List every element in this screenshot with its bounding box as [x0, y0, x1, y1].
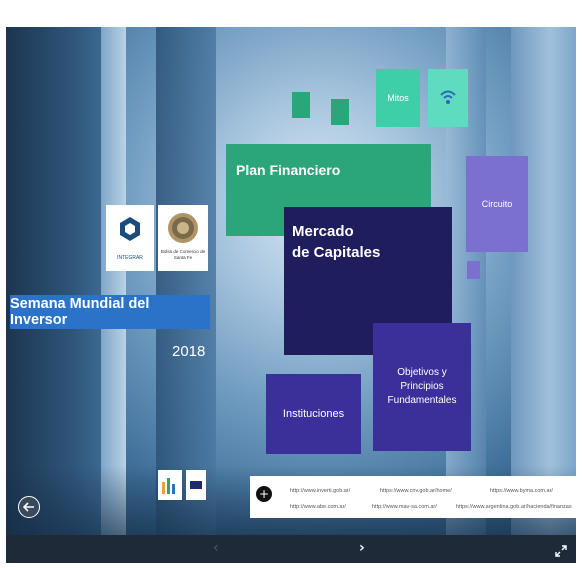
link-item[interactable]: http://www.abe.com.ar/: [290, 504, 346, 510]
event-title: Semana Mundial del Inversor: [10, 296, 150, 328]
integrar-logo: INTEGRAR: [106, 205, 154, 271]
links-panel: http://www.inverti.gob.ar/ https://www.c…: [250, 476, 576, 518]
tile-mitos-label: Mitos: [387, 93, 409, 103]
bar-logo-icon: [162, 478, 175, 494]
tile-objetivos-line2: Principios: [400, 381, 444, 392]
link-item[interactable]: https://www.byma.com.ar/: [490, 488, 553, 494]
tile-circuito[interactable]: Circuito: [466, 156, 528, 252]
presentation-controls: ‹ ›: [6, 535, 576, 563]
partner-logo: [158, 470, 182, 500]
decor-square: [331, 99, 349, 125]
back-button[interactable]: [18, 496, 40, 518]
bolsa-logo: Bolsa de Comercio de Santa Fe: [158, 205, 208, 271]
decor-square: [467, 261, 480, 279]
plus-glyph: +: [258, 487, 270, 501]
background-pillar: [101, 27, 126, 535]
link-item[interactable]: https://www.argentina.gob.ar/hacienda/fi…: [456, 504, 572, 510]
prev-icon[interactable]: ‹: [213, 540, 219, 556]
wifi-icon: [440, 90, 456, 104]
tile-objetivos-line1: Objetivos y: [397, 367, 447, 378]
tile-instituciones-label: Instituciones: [282, 408, 345, 420]
integrar-label: INTEGRAR: [117, 255, 143, 261]
background-pillar: [156, 27, 216, 535]
event-title-banner: Semana Mundial del Inversor: [10, 295, 210, 329]
tile-objetivos[interactable]: Objetivos y Principios Fundamentales: [373, 323, 471, 451]
link-item[interactable]: https://www.cnv.gob.ar/home/: [380, 488, 452, 494]
tile-circuito-label: Circuito: [481, 199, 513, 209]
tile-signal[interactable]: [428, 69, 468, 127]
decor-square: [292, 92, 310, 118]
presentation-canvas[interactable]: INTEGRAR Bolsa de Comercio de Santa Fe S…: [6, 27, 576, 535]
background-pillar: [511, 27, 576, 535]
expand-arrows-icon: [555, 545, 567, 557]
integrar-logo-mark: [120, 217, 140, 241]
tile-mitos[interactable]: Mitos: [376, 69, 420, 127]
event-year: 2018: [172, 343, 206, 360]
tile-objetivos-line3: Fundamentales: [387, 395, 457, 406]
cnv-logo-icon: [190, 481, 202, 489]
back-icon: [23, 502, 34, 512]
tile-plan-financiero-label: Plan Financiero: [236, 162, 341, 178]
bolsa-seal-icon: [168, 213, 198, 243]
fullscreen-icon[interactable]: [555, 542, 567, 561]
partner-logo: [186, 470, 206, 500]
bolsa-label: Bolsa de Comercio de Santa Fe: [160, 249, 206, 260]
top-margin: [0, 0, 582, 27]
link-item[interactable]: http://www.mav-sa.com.ar/: [372, 504, 437, 510]
background-pillar: [6, 27, 101, 535]
tile-mercado-line2: de Capitales: [292, 244, 381, 261]
link-item[interactable]: http://www.inverti.gob.ar/: [290, 488, 350, 494]
next-icon[interactable]: ›: [359, 540, 365, 556]
tile-instituciones[interactable]: Instituciones: [266, 374, 361, 454]
tile-mercado-capitales-label: Mercado de Capitales: [292, 221, 380, 263]
tile-mercado-line1: Mercado: [292, 223, 354, 240]
zoom-in-icon[interactable]: +: [256, 486, 272, 502]
